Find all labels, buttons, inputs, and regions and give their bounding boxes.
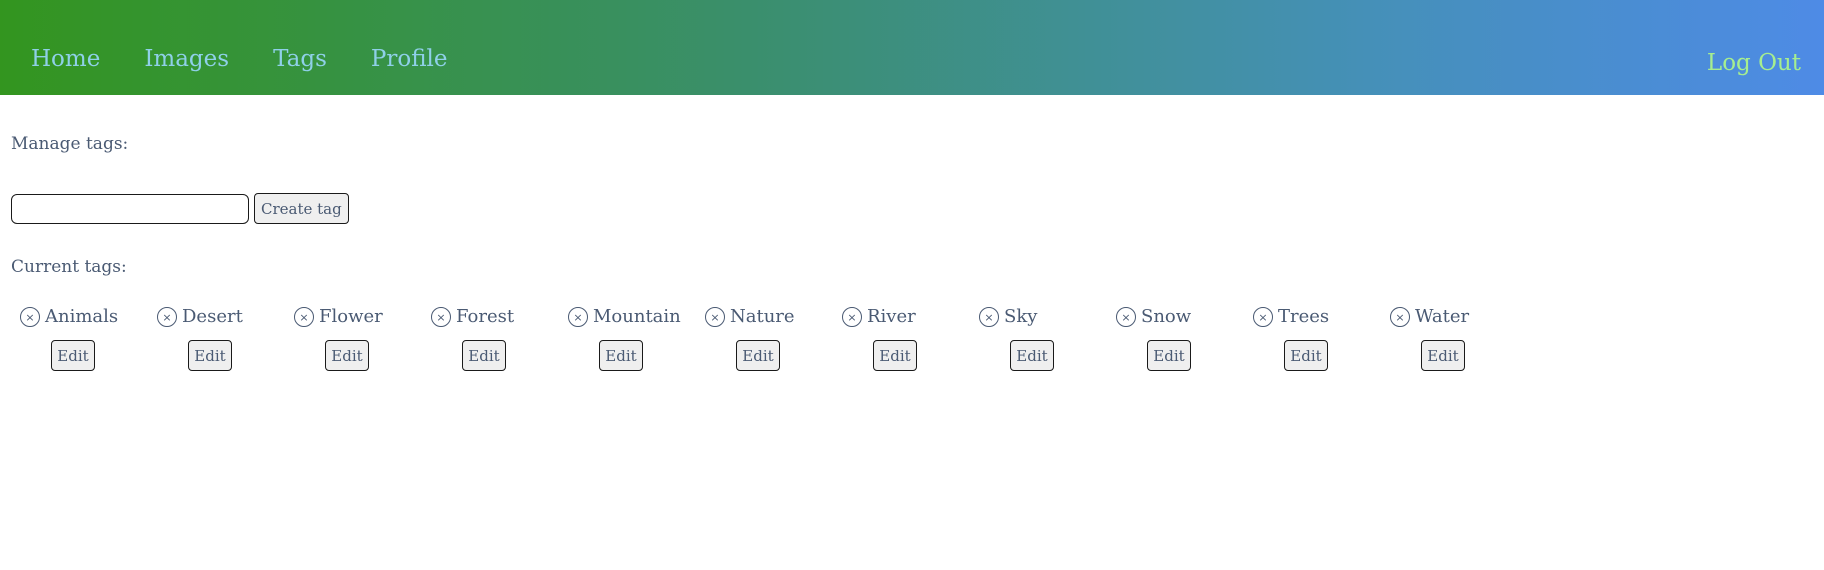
remove-tag-icon[interactable]: × (1390, 307, 1410, 327)
tag-item: × Sky Edit (979, 303, 1116, 373)
remove-tag-icon[interactable]: × (979, 307, 999, 327)
nav-links: Home Images Tags Profile (31, 45, 448, 73)
nav-link-profile[interactable]: Profile (371, 45, 448, 73)
edit-tag-button[interactable]: Edit (1421, 340, 1465, 371)
tag-item: × River Edit (842, 303, 979, 373)
remove-tag-icon[interactable]: × (1253, 307, 1273, 327)
tag-item: × Water Edit (1390, 303, 1527, 373)
edit-tag-button[interactable]: Edit (1010, 340, 1054, 371)
tag-item: × Nature Edit (705, 303, 842, 373)
edit-tag-button[interactable]: Edit (1284, 340, 1328, 371)
tag-item: × Animals Edit (20, 303, 157, 373)
tag-row: × Animals (20, 303, 157, 331)
current-tags-heading: Current tags: (11, 257, 127, 277)
nav-link-home[interactable]: Home (31, 45, 100, 73)
logout-link[interactable]: Log Out (1707, 49, 1801, 77)
remove-tag-icon[interactable]: × (842, 307, 862, 327)
nav-link-tags[interactable]: Tags (273, 45, 327, 73)
edit-tag-button[interactable]: Edit (873, 340, 917, 371)
remove-tag-icon[interactable]: × (705, 307, 725, 327)
tag-name: Flower (319, 306, 383, 327)
tag-row: × Desert (157, 303, 294, 331)
remove-tag-icon[interactable]: × (1116, 307, 1136, 327)
edit-tag-button[interactable]: Edit (188, 340, 232, 371)
edit-tag-button[interactable]: Edit (599, 340, 643, 371)
tag-item: × Forest Edit (431, 303, 568, 373)
tag-row: × Flower (294, 303, 431, 331)
tag-name: Mountain (593, 306, 681, 327)
tag-name: Snow (1141, 306, 1192, 327)
tag-name: Forest (456, 306, 515, 327)
edit-tag-button[interactable]: Edit (1147, 340, 1191, 371)
create-tag-button[interactable]: Create tag (254, 193, 349, 224)
tag-name: River (867, 306, 916, 327)
tag-row: × Mountain (568, 303, 705, 331)
tag-name: Trees (1278, 306, 1330, 327)
tag-row: × Trees (1253, 303, 1390, 331)
tag-item: × Snow Edit (1116, 303, 1253, 373)
remove-tag-icon[interactable]: × (568, 307, 588, 327)
tag-name: Water (1415, 306, 1470, 327)
tag-row: × River (842, 303, 979, 331)
new-tag-input[interactable] (11, 193, 249, 224)
tag-name: Animals (45, 306, 119, 327)
edit-tag-button[interactable]: Edit (462, 340, 506, 371)
tag-item: × Trees Edit (1253, 303, 1390, 373)
tag-row: × Nature (705, 303, 842, 331)
edit-tag-button[interactable]: Edit (325, 340, 369, 371)
remove-tag-icon[interactable]: × (157, 307, 177, 327)
tag-row: × Water (1390, 303, 1527, 331)
remove-tag-icon[interactable]: × (431, 307, 451, 327)
tag-row: × Snow (1116, 303, 1253, 331)
nav-link-images[interactable]: Images (144, 45, 229, 73)
tag-name: Desert (182, 306, 243, 327)
tag-name: Sky (1004, 306, 1038, 327)
manage-tags-heading: Manage tags: (11, 134, 129, 154)
tag-item: × Mountain Edit (568, 303, 705, 373)
top-navbar: Home Images Tags Profile Log Out (0, 0, 1824, 95)
tag-item: × Desert Edit (157, 303, 294, 373)
tag-list: × Animals Edit × Desert Edit × Flower Edit × Fores… (20, 303, 1527, 373)
edit-tag-button[interactable]: Edit (736, 340, 780, 371)
tag-name: Nature (730, 306, 795, 327)
create-tag-form: Create tag (11, 193, 349, 224)
remove-tag-icon[interactable]: × (20, 307, 40, 327)
tag-row: × Sky (979, 303, 1116, 331)
tag-row: × Forest (431, 303, 568, 331)
tag-item: × Flower Edit (294, 303, 431, 373)
edit-tag-button[interactable]: Edit (51, 340, 95, 371)
remove-tag-icon[interactable]: × (294, 307, 314, 327)
